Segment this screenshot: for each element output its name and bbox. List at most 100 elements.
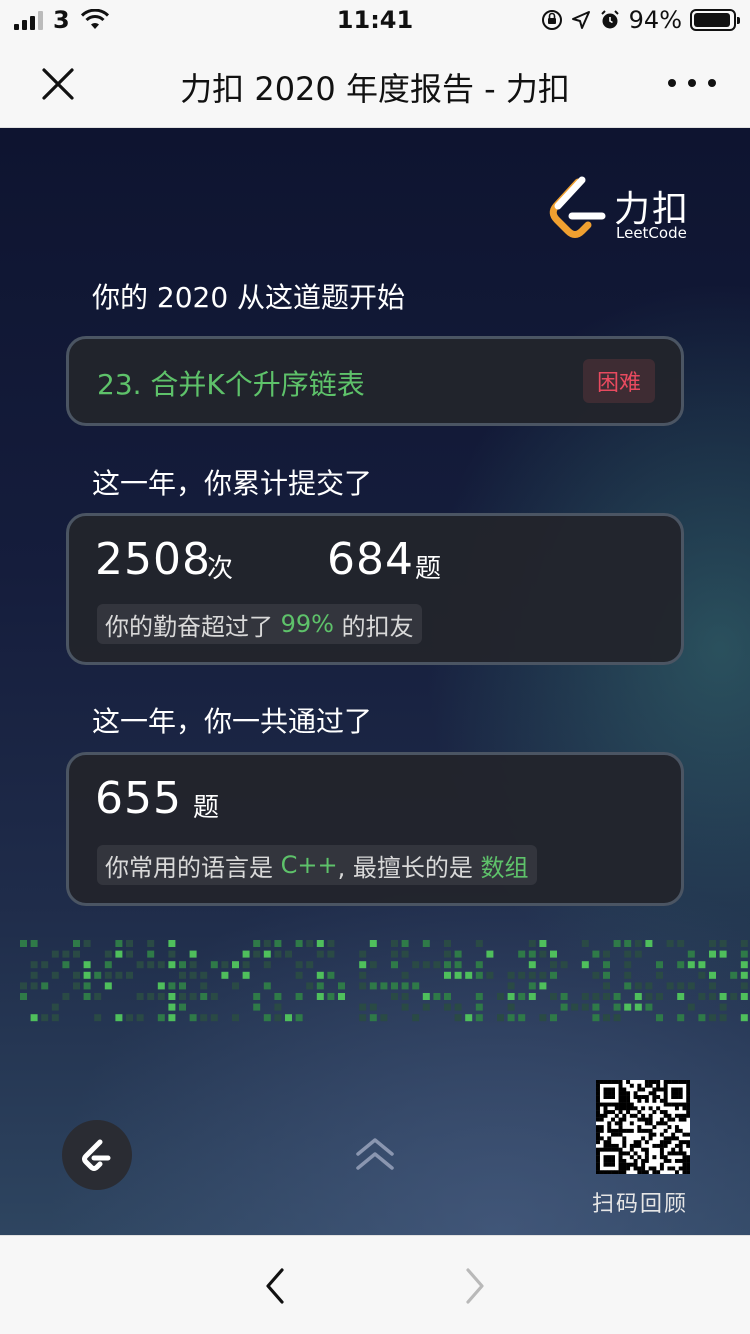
qr-module <box>603 1106 608 1111</box>
qr-module <box>637 1166 642 1171</box>
matrix-pixel <box>200 971 208 979</box>
qr-module <box>618 1125 623 1130</box>
qr-module <box>633 1095 638 1099</box>
qr-module <box>659 1132 664 1137</box>
matrix-pixel <box>698 971 706 979</box>
first-problem-card[interactable]: 23. 合并K个升序链表 困难 <box>66 336 684 426</box>
forward-icon[interactable] <box>458 1266 492 1306</box>
matrix-pixel <box>369 982 377 990</box>
home-button[interactable] <box>62 1120 132 1190</box>
qr-module <box>656 1080 661 1084</box>
qr-module <box>618 1121 623 1126</box>
qr-module <box>599 1102 604 1107</box>
matrix-pixel <box>359 1014 367 1022</box>
qr-module <box>663 1136 668 1141</box>
qr-module <box>663 1140 668 1145</box>
matrix-pixel <box>656 961 663 969</box>
qr-module <box>629 1083 634 1088</box>
status-bar: 3 11:41 94% <box>0 0 750 40</box>
matrix-pixel <box>263 982 271 990</box>
matrix-pixel <box>550 950 557 958</box>
qr-module <box>663 1158 668 1163</box>
close-icon[interactable] <box>36 62 80 106</box>
qr-module <box>671 1095 676 1099</box>
qr-module <box>648 1080 653 1084</box>
qr-module <box>644 1080 649 1084</box>
qr-module <box>686 1158 690 1163</box>
qr-module <box>667 1113 672 1118</box>
matrix-pixel <box>709 1014 716 1022</box>
qr-module <box>682 1166 687 1171</box>
qr-module <box>652 1091 657 1096</box>
matrix-pixel <box>179 1003 186 1011</box>
matrix-pixel <box>253 1003 261 1011</box>
qr-module <box>596 1147 600 1152</box>
matrix-pixel <box>41 982 49 990</box>
matrix-pixel <box>624 961 632 969</box>
matrix-pixel <box>550 993 557 1000</box>
qr-module <box>603 1091 608 1096</box>
matrix-pixel <box>62 961 70 969</box>
qr-module <box>596 1166 600 1171</box>
matrix-pixel <box>157 1014 165 1022</box>
more-icon[interactable] <box>668 68 716 98</box>
matrix-pixel <box>285 1014 292 1022</box>
qr-module <box>629 1162 634 1167</box>
qr-module <box>611 1147 615 1152</box>
matrix-pixel <box>115 950 123 958</box>
browser-toolbar <box>0 1235 750 1334</box>
qr-module <box>611 1117 615 1122</box>
qr-module <box>607 1170 612 1174</box>
matrix-pixel <box>454 1003 462 1011</box>
qr-module <box>607 1121 612 1126</box>
qr-module <box>596 1083 600 1088</box>
language-pill: 你常用的语言是 C++, 最擅长的是 数组 <box>97 845 537 885</box>
qr-module <box>618 1095 623 1099</box>
matrix-pixel <box>263 940 271 947</box>
matrix-pixel <box>475 1014 483 1022</box>
problem-title[interactable]: 23. 合并K个升序链表 <box>97 363 365 403</box>
matrix-pixel <box>677 993 685 1000</box>
matrix-pixel <box>634 950 642 958</box>
qr-module <box>637 1098 642 1103</box>
matrix-pixel <box>73 940 80 947</box>
matrix-pixel <box>412 1014 420 1022</box>
qr-module <box>622 1128 627 1133</box>
qr-module <box>637 1083 642 1088</box>
matrix-pixel <box>147 993 155 1000</box>
qr-module <box>667 1151 672 1156</box>
matrix-pixel <box>645 982 653 990</box>
matrix-pixel <box>698 993 706 1000</box>
matrix-pixel <box>168 961 176 969</box>
qr-module <box>607 1128 612 1133</box>
qr-module <box>622 1095 627 1099</box>
matrix-pixel <box>369 961 377 969</box>
passed-count: 655 <box>95 773 182 824</box>
matrix-pixel <box>550 971 557 979</box>
page-title: 力扣 2020 年度报告 - 力扣 <box>180 70 570 108</box>
matrix-pixel <box>157 961 165 969</box>
swipe-up-icon[interactable] <box>354 1134 396 1174</box>
matrix-pixel <box>126 940 133 947</box>
beat-percent-pill: 你的勤奋超过了 99% 的扣友 <box>97 604 422 644</box>
qr-module <box>607 1147 612 1152</box>
qr-module <box>599 1125 604 1130</box>
qr-module <box>611 1080 615 1084</box>
qr-module <box>596 1113 600 1118</box>
matrix-pixel <box>709 971 716 979</box>
qr-module <box>618 1087 623 1092</box>
matrix-pixel <box>359 950 367 958</box>
matrix-pixel <box>51 971 59 979</box>
qr-module <box>626 1166 631 1171</box>
qr-module <box>607 1102 612 1107</box>
matrix-pixel <box>581 1003 589 1011</box>
qr-module <box>663 1121 668 1126</box>
matrix-pixel <box>528 940 536 947</box>
matrix-pixel <box>83 940 91 947</box>
matrix-pixel <box>656 971 663 979</box>
matrix-pixel <box>274 1014 282 1022</box>
matrix-pixel <box>51 950 59 958</box>
back-icon[interactable] <box>258 1266 292 1306</box>
matrix-pixel <box>730 993 738 1000</box>
qr-module <box>682 1151 687 1156</box>
